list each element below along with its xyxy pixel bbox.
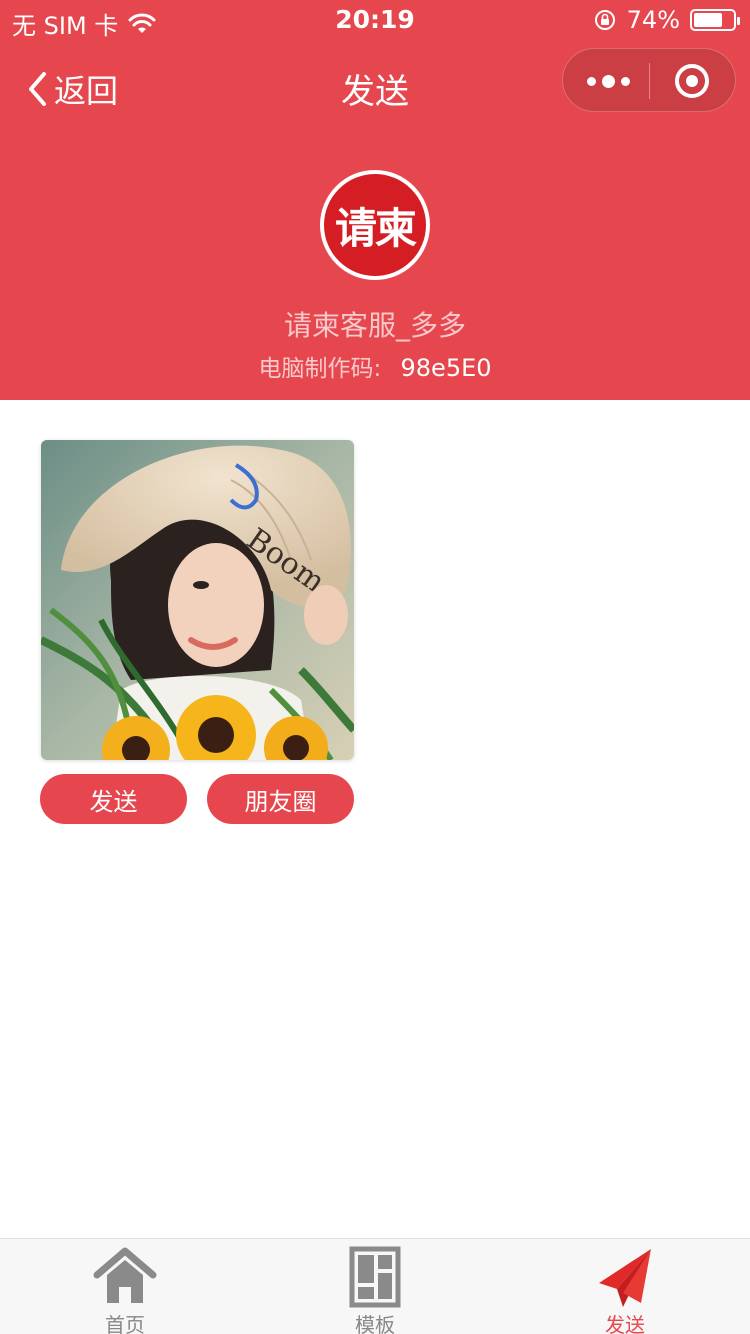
tab-send-label: 发送	[605, 1313, 645, 1334]
close-target-icon[interactable]	[675, 64, 709, 98]
code-label: 电脑制作码:	[258, 356, 382, 382]
tab-send[interactable]: 发送	[500, 1239, 750, 1334]
battery-fill	[694, 13, 723, 27]
more-icon[interactable]	[587, 75, 630, 88]
header: 无 SIM 卡 20:19 74% 返回 发送 请柬 请柬客服_多多 电脑制作码…	[0, 0, 750, 400]
status-bar: 无 SIM 卡 20:19 74%	[0, 0, 750, 40]
tab-home-label: 首页	[105, 1313, 145, 1334]
tab-bar: 首页 模板 发送	[0, 1238, 750, 1334]
profile-name: 请柬客服_多多	[283, 309, 466, 342]
photo-illustration: Boom...	[41, 440, 354, 760]
avatar: 请柬	[320, 170, 430, 280]
code-value: 98e5E0	[400, 354, 492, 382]
miniprogram-capsule	[562, 48, 736, 112]
battery-icon	[690, 9, 740, 31]
send-icon	[599, 1249, 651, 1307]
home-icon	[93, 1247, 157, 1303]
rotation-lock-icon	[594, 10, 615, 30]
tab-home[interactable]: 首页	[0, 1239, 250, 1334]
status-right: 74%	[593, 6, 740, 34]
template-icon	[349, 1246, 401, 1308]
send-button[interactable]: 发送	[40, 774, 187, 824]
tab-templates-label: 模板	[355, 1313, 395, 1334]
avatar-logo: 请柬	[324, 174, 426, 276]
share-moments-button[interactable]: 朋友圈	[207, 774, 354, 824]
battery-percent: 74%	[626, 6, 680, 34]
invitation-card-image[interactable]: Boom...	[41, 440, 354, 760]
code-row: 电脑制作码: 98e5E0	[0, 349, 750, 383]
capsule-divider	[649, 63, 650, 99]
tab-templates[interactable]: 模板	[250, 1239, 500, 1334]
